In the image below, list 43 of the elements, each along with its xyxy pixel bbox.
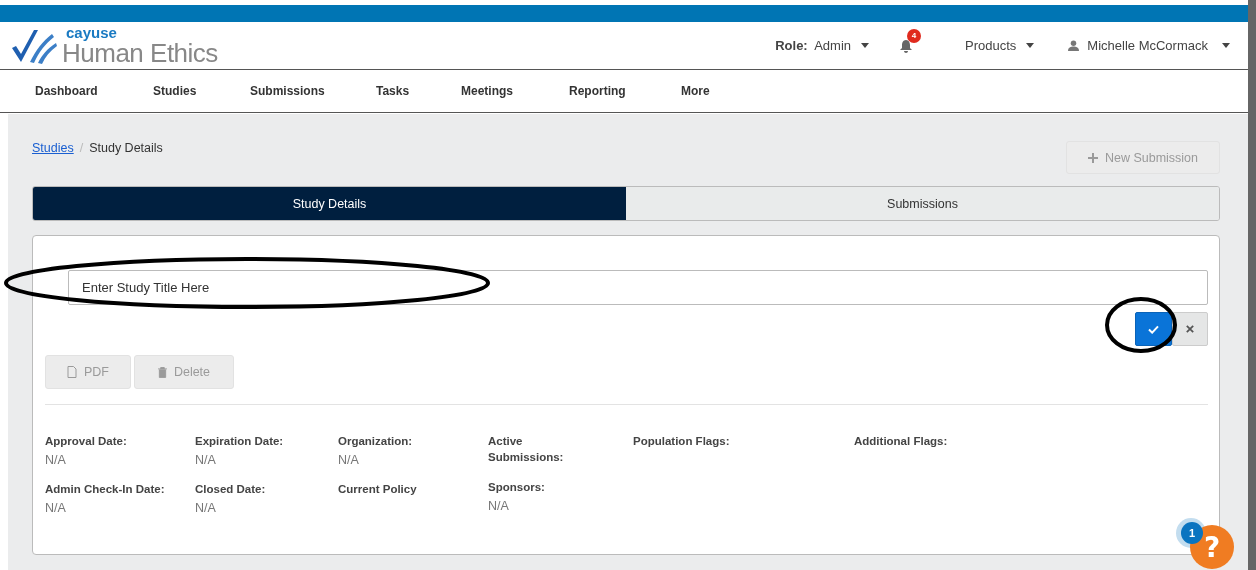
field-label: Expiration Date: bbox=[195, 434, 285, 449]
field-label: Active Submissions: bbox=[488, 434, 565, 465]
bell-icon[interactable] bbox=[899, 38, 914, 53]
brand-tagline: cayuse bbox=[66, 25, 118, 40]
role-dropdown[interactable]: Role: Admin bbox=[775, 38, 870, 53]
field-value: N/A bbox=[488, 499, 510, 513]
field-label: Population Flags: bbox=[633, 434, 731, 449]
check-icon bbox=[1148, 324, 1159, 334]
products-dropdown[interactable]: Products bbox=[965, 38, 1035, 53]
nav-link[interactable]: Tasks bbox=[376, 84, 461, 98]
field-label: Admin Check-In Date: bbox=[45, 482, 166, 497]
close-icon bbox=[1186, 325, 1194, 333]
nav-link[interactable]: Submissions bbox=[250, 84, 376, 98]
user-icon bbox=[1068, 40, 1080, 51]
nav-link[interactable]: Dashboard bbox=[35, 84, 153, 98]
user-menu[interactable]: Michelle McCormack bbox=[1087, 38, 1230, 53]
notification-badge: 4 bbox=[907, 28, 922, 43]
field-value: N/A bbox=[195, 453, 217, 467]
breadcrumb-current: Study Details bbox=[89, 141, 163, 155]
field-label: Closed Date: bbox=[195, 482, 267, 497]
plus-icon bbox=[1087, 152, 1098, 163]
nav-link[interactable]: Meetings bbox=[461, 84, 569, 98]
study-title-input[interactable]: Enter Study Title Here bbox=[68, 270, 1208, 305]
breadcrumb-link[interactable]: Studies bbox=[32, 141, 74, 155]
field-label: Additional Flags: bbox=[854, 434, 949, 449]
document-icon bbox=[67, 366, 77, 378]
field-label: Sponsors: bbox=[488, 480, 546, 495]
nav-link[interactable]: More bbox=[681, 84, 710, 98]
nav-link[interactable]: Reporting bbox=[569, 84, 681, 98]
confirm-button[interactable] bbox=[1135, 312, 1172, 346]
nav-link[interactable]: Studies bbox=[153, 84, 250, 98]
tab[interactable]: Study Details bbox=[33, 187, 626, 220]
trash-icon bbox=[157, 366, 167, 378]
field-value: N/A bbox=[45, 453, 67, 467]
field-label: Organization: bbox=[338, 434, 414, 449]
field-label: Current Policy bbox=[338, 482, 418, 497]
field-label: Approval Date: bbox=[45, 434, 128, 449]
breadcrumb-separator: / bbox=[79, 141, 84, 155]
field-value: N/A bbox=[45, 501, 67, 515]
field-value: N/A bbox=[195, 501, 217, 515]
app-title: Human Ethics bbox=[62, 40, 218, 66]
field-value: N/A bbox=[338, 453, 360, 467]
cancel-button[interactable] bbox=[1172, 312, 1208, 346]
